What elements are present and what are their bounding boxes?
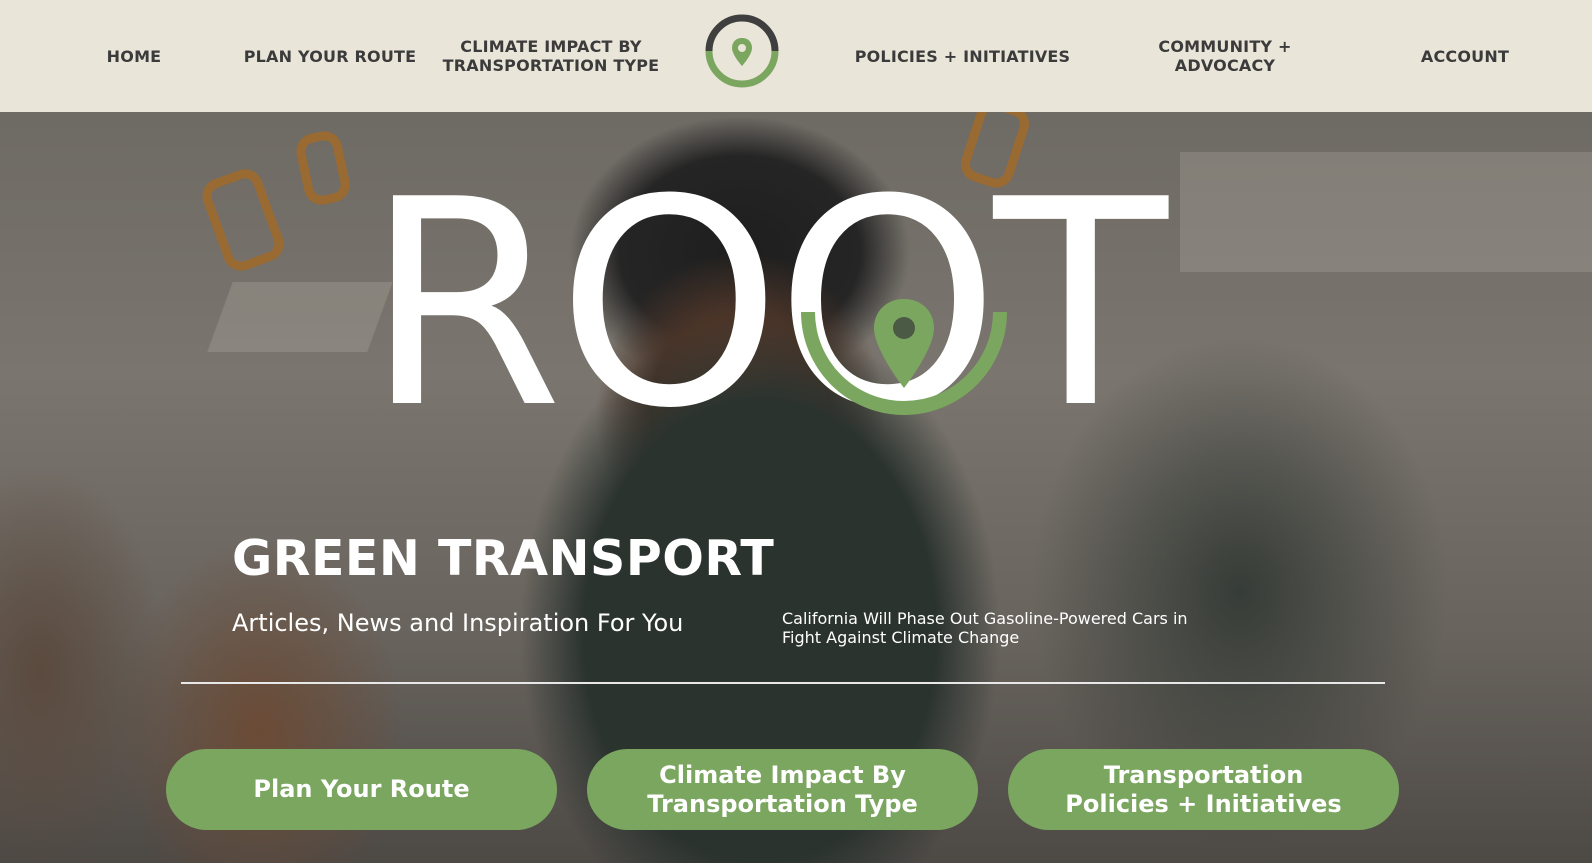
- nav-community-advocacy[interactable]: COMMUNITY + ADVOCACY: [1150, 0, 1300, 112]
- root-logo-icon[interactable]: [705, 14, 779, 88]
- transportation-policies-button[interactable]: Transportation Policies + Initiatives: [1008, 749, 1399, 830]
- brand-wordmark: ROOT: [365, 139, 1168, 471]
- page-title: GREEN TRANSPORT: [232, 530, 775, 587]
- section-divider: [181, 682, 1385, 684]
- page-subtitle: Articles, News and Inspiration For You: [232, 609, 684, 637]
- train-ceiling-panel: [1180, 152, 1592, 272]
- root-brand-logo: ROOT: [365, 139, 1195, 471]
- nav-policies-initiatives[interactable]: POLICIES + INITIATIVES: [850, 0, 1075, 112]
- hand-strap-image: [293, 128, 353, 208]
- hand-strap-image: [197, 164, 289, 276]
- nav-account[interactable]: ACCOUNT: [1405, 0, 1525, 112]
- top-navigation: HOME PLAN YOUR ROUTE CLIMATE IMPACT BY T…: [0, 0, 1592, 112]
- location-pin-icon: [801, 299, 1007, 415]
- nav-plan-your-route[interactable]: PLAN YOUR ROUTE: [240, 0, 420, 112]
- hero-section: ROOT GREEN TRANSPORT Articles, News and …: [0, 112, 1592, 863]
- plan-your-route-button[interactable]: Plan Your Route: [166, 749, 557, 830]
- climate-impact-button[interactable]: Climate Impact By Transportation Type: [587, 749, 978, 830]
- news-headline-link[interactable]: California Will Phase Out Gasoline-Power…: [782, 609, 1222, 647]
- nav-home[interactable]: HOME: [84, 0, 184, 112]
- nav-climate-impact[interactable]: CLIMATE IMPACT BY TRANSPORTATION TYPE: [440, 0, 662, 112]
